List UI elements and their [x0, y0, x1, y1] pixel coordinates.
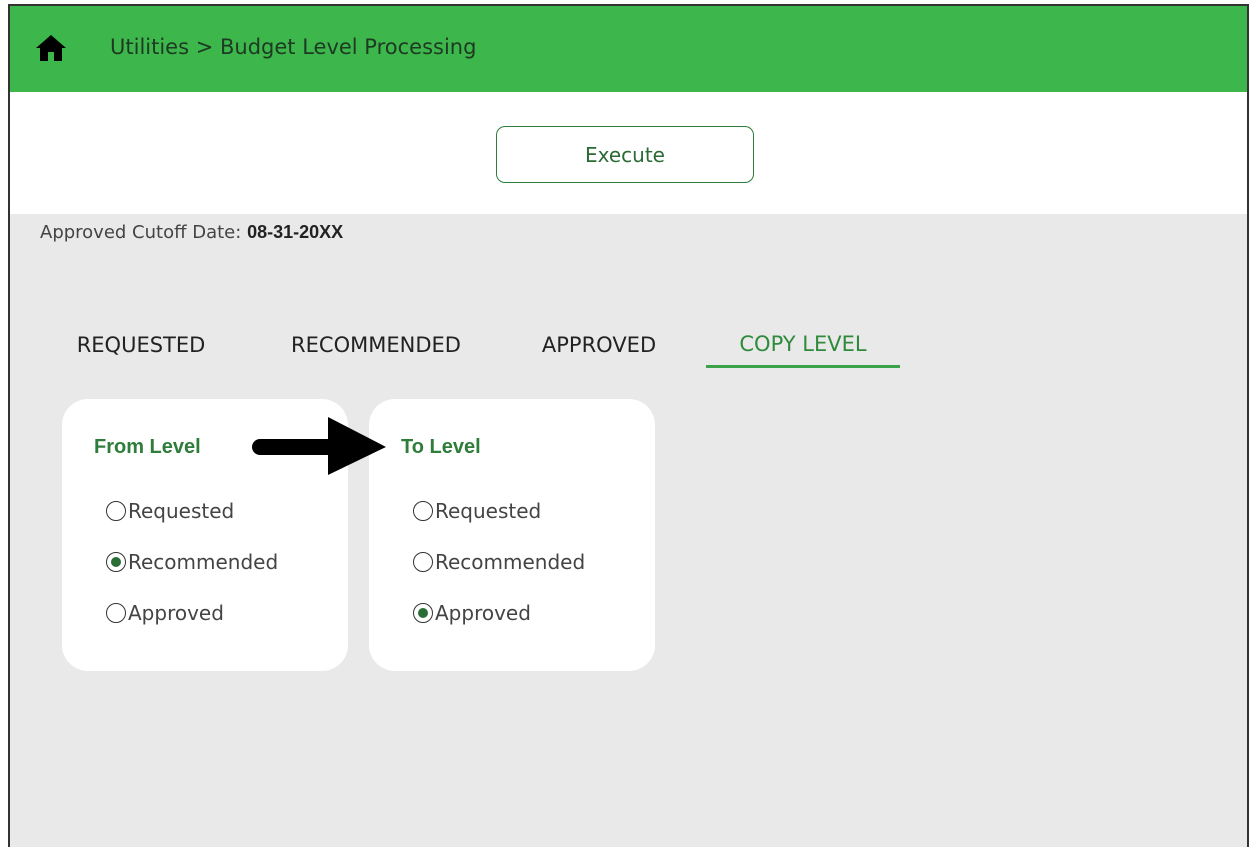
- from-requested-label: Requested: [128, 499, 235, 523]
- from-recommended-label: Recommended: [128, 550, 279, 574]
- to-level-card: To Level Requested Recommended Approved: [369, 399, 655, 671]
- from-recommended-radio[interactable]: Recommended: [106, 548, 278, 576]
- app-window: Utilities > Budget Level Processing Exec…: [8, 4, 1249, 847]
- from-approved-radio[interactable]: Approved: [106, 599, 224, 627]
- to-level-title: To Level: [401, 436, 481, 458]
- to-approved-label: Approved: [435, 601, 531, 625]
- cutoff-label: Approved Cutoff Date:: [40, 222, 242, 243]
- arrow-right-icon: [252, 417, 386, 475]
- radio-checked-icon: [106, 552, 126, 572]
- radio-icon: [106, 501, 126, 521]
- to-recommended-radio[interactable]: Recommended: [413, 548, 585, 576]
- tab-copy-level[interactable]: COPY LEVEL: [706, 322, 900, 368]
- radio-icon: [106, 603, 126, 623]
- approved-cutoff-date: Approved Cutoff Date: 08-31-20XX: [40, 222, 343, 243]
- radio-checked-icon: [413, 603, 433, 623]
- from-approved-label: Approved: [128, 601, 224, 625]
- radio-icon: [413, 552, 433, 572]
- from-requested-radio[interactable]: Requested: [106, 497, 234, 525]
- tab-recommended[interactable]: RECOMMENDED: [270, 322, 482, 368]
- execute-button[interactable]: Execute: [496, 126, 754, 183]
- header-bar: Utilities > Budget Level Processing: [10, 6, 1247, 92]
- home-icon[interactable]: [34, 31, 68, 65]
- from-level-title: From Level: [94, 436, 201, 458]
- tab-bar: REQUESTED RECOMMENDED APPROVED COPY LEVE…: [10, 322, 1247, 370]
- to-requested-radio[interactable]: Requested: [413, 497, 541, 525]
- cutoff-value: 08-31-20XX: [247, 222, 344, 242]
- tab-approved[interactable]: APPROVED: [524, 322, 674, 368]
- tab-requested[interactable]: REQUESTED: [60, 322, 222, 368]
- breadcrumb: Utilities > Budget Level Processing: [110, 35, 477, 59]
- to-recommended-label: Recommended: [435, 550, 586, 574]
- to-approved-radio[interactable]: Approved: [413, 599, 531, 627]
- radio-icon: [413, 501, 433, 521]
- to-requested-label: Requested: [435, 499, 542, 523]
- toolbar: Execute: [10, 92, 1247, 214]
